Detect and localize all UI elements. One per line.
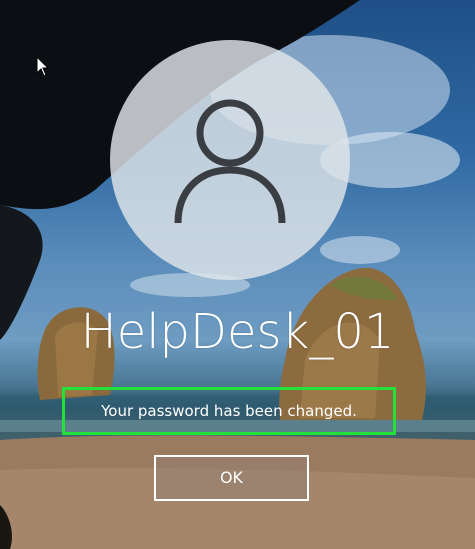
lock-screen: HelpDesk_01 Your password has been chang… [0,0,475,549]
username-label: HelpDesk_01 [80,304,395,360]
status-message: Your password has been changed. [101,402,357,420]
password-changed-highlight: Your password has been changed. [62,387,396,435]
mouse-cursor-icon [36,56,50,77]
user-silhouette-icon [174,99,286,224]
user-avatar [110,40,350,280]
ok-button[interactable]: OK [154,455,309,501]
